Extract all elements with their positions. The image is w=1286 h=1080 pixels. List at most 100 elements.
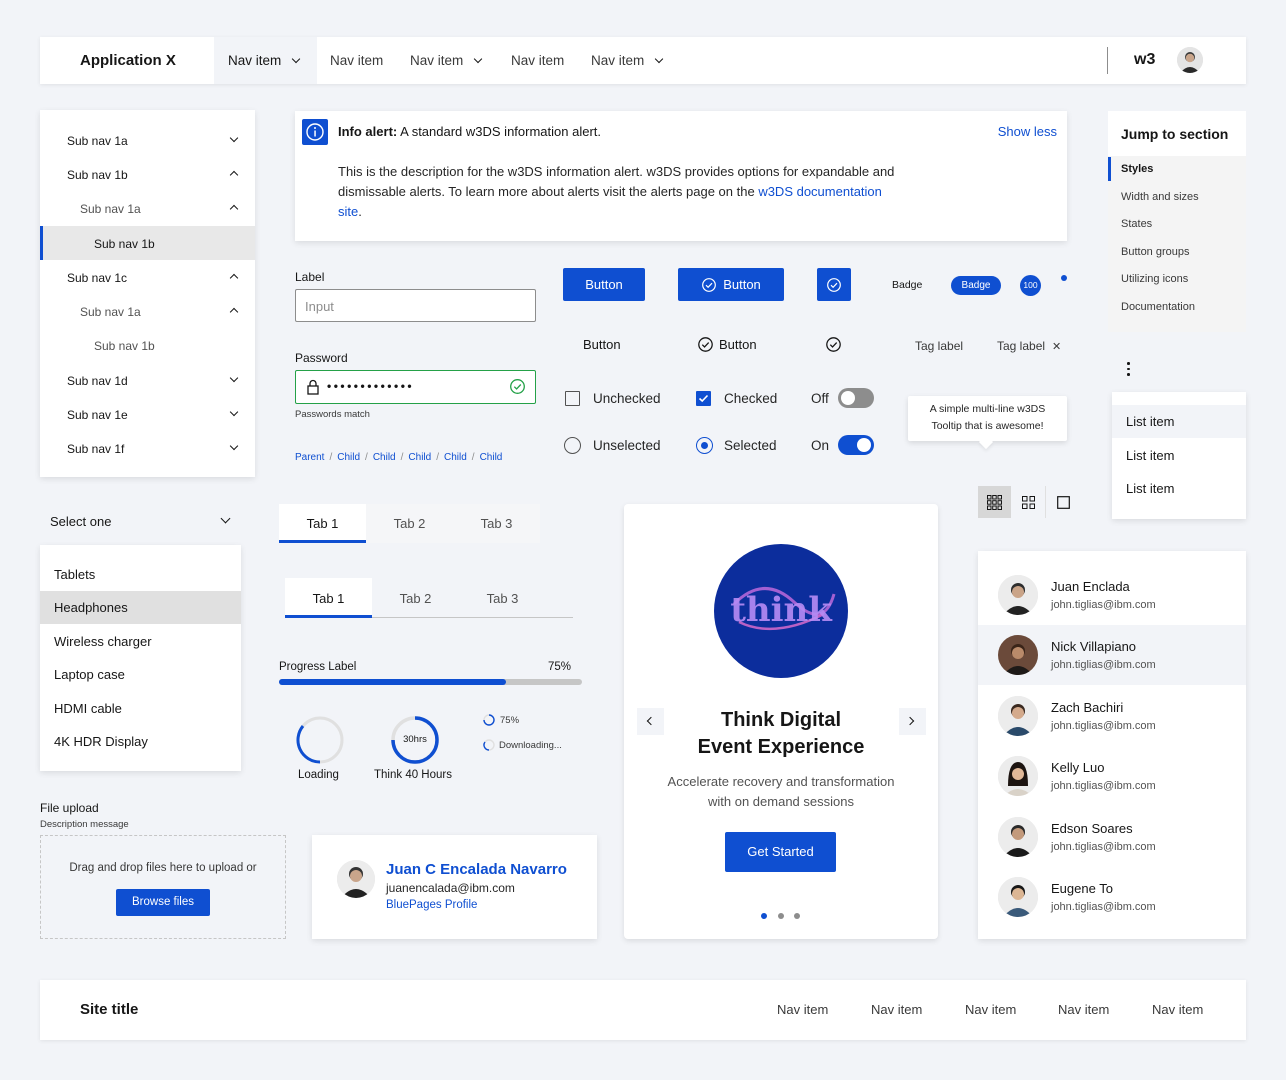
view-grid-button[interactable]: [1012, 486, 1045, 518]
password-input[interactable]: •••••••••••••: [295, 370, 536, 404]
chevron-down-icon[interactable]: [220, 513, 231, 524]
breadcrumb-child[interactable]: Child: [373, 452, 396, 463]
option-label: Wireless charger: [54, 634, 152, 649]
option-label: 4K HDR Display: [54, 734, 148, 749]
get-started-button[interactable]: Get Started: [725, 832, 836, 872]
select-option[interactable]: Wireless charger: [40, 625, 241, 658]
select-option[interactable]: Tablets: [40, 558, 241, 591]
jump-item[interactable]: Button groups: [1121, 246, 1190, 258]
progress-label: Progress Label: [279, 661, 357, 673]
tab-2[interactable]: Tab 2: [372, 578, 459, 618]
breadcrumb-child[interactable]: Child: [444, 452, 467, 463]
breadcrumb-child[interactable]: Child: [480, 452, 503, 463]
toggle-off[interactable]: [838, 388, 874, 408]
tab-1-active[interactable]: Tab 1: [279, 504, 366, 543]
bluepages-link[interactable]: BluePages Profile: [386, 899, 477, 911]
carousel-dot-active[interactable]: [761, 913, 767, 919]
tab-3[interactable]: Tab 3: [453, 504, 540, 543]
person-row[interactable]: Eugene To john.tiglias@ibm.com: [978, 867, 1246, 927]
sidenav-item-1b[interactable]: Sub nav 1b: [40, 157, 255, 191]
list-item-label: List item: [1126, 448, 1175, 463]
sidenav-subitem-1a[interactable]: Sub nav 1a: [40, 191, 255, 225]
checkbox-label: Unchecked: [593, 391, 661, 406]
checkbox-checked[interactable]: [696, 391, 711, 406]
person-name: Eugene To: [1051, 881, 1113, 896]
ghost-icon-button[interactable]: Button: [697, 336, 757, 353]
jump-active-indicator: [1108, 157, 1111, 181]
list-item[interactable]: List item: [1112, 472, 1246, 505]
file-dropzone[interactable]: Drag and drop files here to upload or: [40, 835, 286, 939]
select-option[interactable]: HDMI cable: [40, 692, 241, 725]
breadcrumb-parent[interactable]: Parent: [295, 452, 324, 463]
browse-files-button[interactable]: Browse files: [116, 889, 210, 916]
jump-item-active[interactable]: Styles: [1121, 163, 1153, 175]
checkbox-unchecked[interactable]: [565, 391, 580, 406]
carousel-dot[interactable]: [778, 913, 784, 919]
person-row[interactable]: Juan Enclada john.tiglias@ibm.com: [978, 565, 1246, 625]
radio-unselected[interactable]: [564, 437, 581, 454]
select-option[interactable]: 4K HDR Display: [40, 725, 241, 758]
text-input[interactable]: Input: [295, 289, 536, 322]
breadcrumb-child[interactable]: Child: [337, 452, 360, 463]
show-less-link[interactable]: Show less: [998, 124, 1057, 139]
person-row[interactable]: Kelly Luo john.tiglias@ibm.com: [978, 746, 1246, 806]
select-option[interactable]: Laptop case: [40, 658, 241, 691]
select-option-highlighted[interactable]: Headphones: [40, 591, 241, 624]
carousel-subtitle-line: with on demand sessions: [708, 794, 854, 809]
carousel-dot[interactable]: [794, 913, 800, 919]
user-avatar[interactable]: [1177, 47, 1203, 73]
view-single-button[interactable]: [1047, 486, 1080, 518]
sidenav-subitem-1b-selected[interactable]: Sub nav 1b: [40, 226, 255, 260]
sidenav-item-1f[interactable]: Sub nav 1f: [40, 431, 255, 465]
tab-label: Tab 3: [486, 591, 519, 606]
nav-item-2[interactable]: Nav item: [330, 53, 383, 68]
app-title[interactable]: Application X: [80, 52, 176, 69]
person-row[interactable]: Zach Bachiri john.tiglias@ibm.com: [978, 686, 1246, 746]
icon-only-button[interactable]: [817, 268, 851, 301]
toggle-on[interactable]: [838, 435, 874, 455]
jump-item[interactable]: Documentation: [1121, 301, 1195, 313]
site-title[interactable]: Site title: [80, 1001, 138, 1018]
footer-nav-item[interactable]: Nav item: [1152, 1002, 1203, 1017]
profile-name[interactable]: Juan C Encalada Navarro: [386, 861, 567, 878]
primary-button[interactable]: Button: [563, 268, 645, 301]
jump-item[interactable]: Width and sizes: [1121, 191, 1199, 203]
ghost-button[interactable]: Button: [583, 337, 621, 352]
list-item-label: List item: [1126, 481, 1175, 496]
primary-icon-button[interactable]: Button: [678, 268, 784, 301]
ghost-icon-only-button[interactable]: [825, 336, 842, 353]
tab-2[interactable]: Tab 2: [366, 504, 453, 543]
radio-selected[interactable]: [696, 437, 713, 454]
jump-item[interactable]: States: [1121, 218, 1152, 230]
nav-item-3[interactable]: Nav item: [410, 53, 483, 68]
list-item[interactable]: List item: [1112, 439, 1246, 472]
tab-3[interactable]: Tab 3: [459, 578, 546, 618]
tab-1-active[interactable]: Tab 1: [285, 578, 372, 618]
dismissible-tag[interactable]: Tag label ✕: [997, 339, 1061, 353]
breadcrumb-child[interactable]: Child: [408, 452, 431, 463]
brand-w3[interactable]: w3: [1134, 51, 1155, 69]
sidenav-item-1c[interactable]: Sub nav 1c: [40, 260, 255, 294]
person-row-highlighted[interactable]: Nick Villapiano john.tiglias@ibm.com: [978, 625, 1246, 685]
close-icon[interactable]: ✕: [1052, 341, 1061, 353]
footer-nav-item[interactable]: Nav item: [1058, 1002, 1109, 1017]
nav-item-5[interactable]: Nav item: [591, 53, 664, 68]
footer-nav-item[interactable]: Nav item: [777, 1002, 828, 1017]
button-label: Button: [719, 337, 757, 352]
jump-item[interactable]: Utilizing icons: [1121, 273, 1188, 285]
nav-item-4[interactable]: Nav item: [511, 53, 564, 68]
person-row[interactable]: Edson Soares john.tiglias@ibm.com: [978, 807, 1246, 867]
sidenav-subitem-1a[interactable]: Sub nav 1a: [40, 294, 255, 328]
sidenav-subitem-1b[interactable]: Sub nav 1b: [40, 328, 255, 362]
sidenav-item-1e[interactable]: Sub nav 1e: [40, 397, 255, 431]
sidenav-item-1a[interactable]: Sub nav 1a: [40, 123, 255, 157]
chevron-up-icon: [229, 170, 239, 180]
footer-nav-item[interactable]: Nav item: [871, 1002, 922, 1017]
overflow-menu-icon[interactable]: [1124, 360, 1134, 378]
list-item[interactable]: List item: [1112, 405, 1246, 438]
sidenav-item-1d[interactable]: Sub nav 1d: [40, 363, 255, 397]
footer-nav-item[interactable]: Nav item: [965, 1002, 1016, 1017]
view-grid-dense-button[interactable]: [978, 486, 1011, 518]
select-trigger[interactable]: Select one: [50, 514, 111, 529]
nav-item-1[interactable]: Nav item: [228, 53, 301, 68]
